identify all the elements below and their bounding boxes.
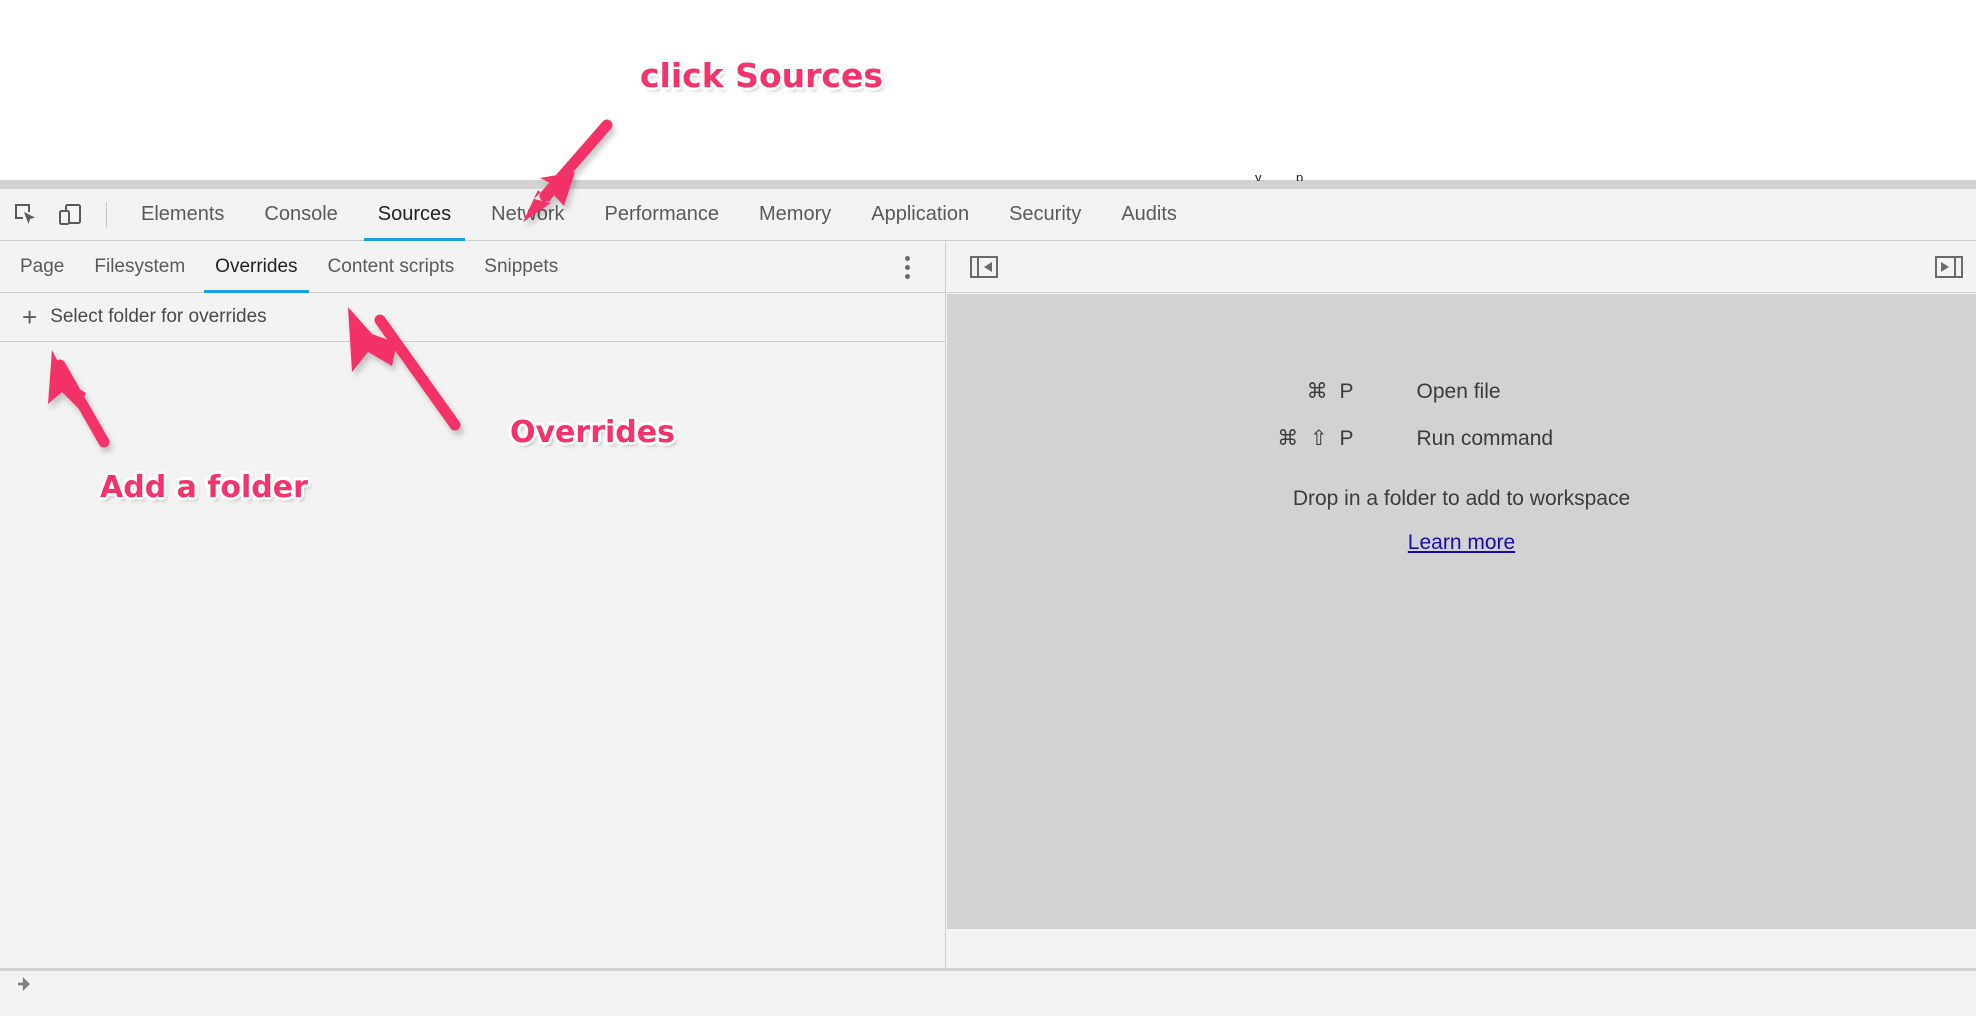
tab-network-label: Network [491, 203, 565, 225]
shortcut-run-command-description: Run command [1416, 426, 1554, 450]
tab-audits[interactable]: Audits [1101, 189, 1197, 241]
subtab-page[interactable]: Page [5, 241, 79, 293]
tab-performance-label: Performance [604, 203, 720, 225]
devtools-main-tabbar: Elements Console Sources Network Perform… [0, 189, 1976, 241]
subtab-page-label: Page [20, 255, 65, 277]
more-dot [904, 255, 910, 261]
expand-debugger-icon[interactable] [1932, 253, 1966, 281]
shortcut-open-file-description: Open file [1416, 379, 1501, 403]
tab-application-label: Application [871, 203, 970, 225]
device-toolbar-icon[interactable] [52, 197, 88, 233]
clipped-page-text-1: y [1255, 174, 1262, 181]
shortcut-open-file: ⌘ P Open file [1207, 379, 1717, 404]
tab-elements[interactable]: Elements [121, 189, 244, 241]
editor-placeholder: ⌘ P Open file ⌘ ⇧ P Run command Drop in … [947, 294, 1976, 929]
navigator-pane: Page Filesystem Overrides Content script… [0, 241, 946, 968]
tab-network[interactable]: Network [471, 189, 584, 241]
select-folder-for-overrides-button[interactable]: + Select folder for overrides [0, 293, 945, 342]
subtab-overrides[interactable]: Overrides [200, 241, 312, 293]
editor-pane: ⌘ P Open file ⌘ ⇧ P Run command Drop in … [947, 241, 1976, 968]
subtab-overrides-label: Overrides [215, 255, 298, 277]
select-folder-label: Select folder for overrides [50, 306, 267, 327]
shortcut-open-file-keys: ⌘ P [1306, 380, 1357, 403]
tab-sources[interactable]: Sources [358, 189, 471, 241]
tab-audits-label: Audits [1121, 203, 1177, 225]
subtab-filesystem-label: Filesystem [94, 255, 186, 277]
tab-console-label: Console [264, 203, 338, 225]
more-dot [904, 273, 910, 279]
more-options-icon[interactable] [893, 253, 921, 281]
plus-icon: + [22, 302, 38, 332]
collapse-navigator-icon[interactable] [967, 253, 1001, 281]
subtab-snippets-label: Snippets [484, 255, 559, 277]
subtab-filesystem[interactable]: Filesystem [79, 241, 200, 293]
tab-security-label: Security [1009, 203, 1082, 225]
browser-page-area [0, 0, 1976, 180]
tab-performance[interactable]: Performance [585, 189, 740, 241]
devtools-footer [0, 968, 1976, 1016]
tab-security[interactable]: Security [989, 189, 1101, 241]
shortcut-run-command-keys: ⌘ ⇧ P [1277, 427, 1357, 450]
subtab-content-scripts[interactable]: Content scripts [313, 241, 470, 293]
toolbar-divider [106, 201, 107, 228]
tab-console[interactable]: Console [244, 189, 357, 241]
tab-elements-label: Elements [141, 203, 225, 225]
tab-sources-label: Sources [377, 203, 452, 225]
subtab-snippets[interactable]: Snippets [469, 241, 573, 293]
tab-memory-label: Memory [759, 203, 832, 225]
subtab-content-scripts-label: Content scripts [327, 255, 455, 277]
shortcut-run-command: ⌘ ⇧ P Run command [1207, 426, 1717, 451]
tab-memory[interactable]: Memory [739, 189, 851, 241]
clipped-page-text-2: p [1296, 174, 1303, 181]
more-dot [904, 264, 910, 270]
tab-application[interactable]: Application [851, 189, 989, 241]
learn-more-link[interactable]: Learn more [1408, 531, 1515, 555]
devtools-window: Elements Console Sources Network Perform… [0, 189, 1976, 1016]
editor-toolbar [947, 241, 1976, 293]
drop-folder-hint: Drop in a folder to add to workspace [1292, 487, 1631, 510]
console-prompt-icon [18, 977, 30, 991]
inspect-element-icon[interactable] [8, 197, 44, 233]
navigator-tabbar: Page Filesystem Overrides Content script… [0, 241, 945, 293]
